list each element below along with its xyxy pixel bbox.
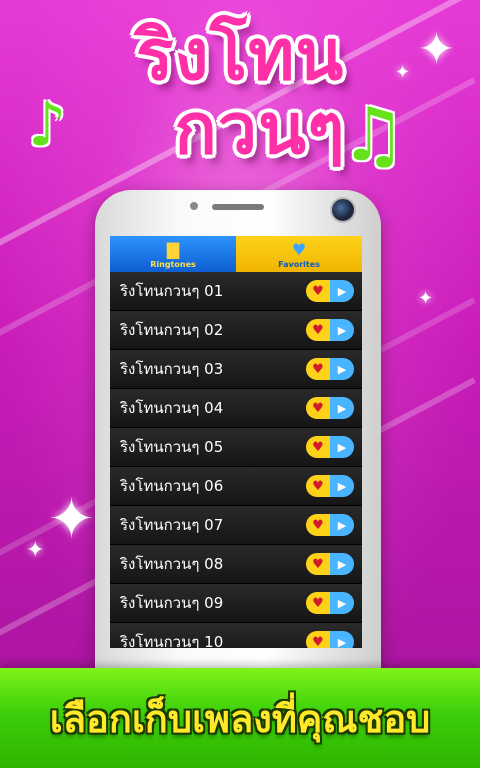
ringtone-title: ริงโทนกวนๆ 08 xyxy=(120,555,224,573)
app-title: ริงโทน กวนๆ xyxy=(0,18,480,166)
ringtone-title: ริงโทนกวนๆ 10 xyxy=(120,633,224,648)
row-actions: ♥ ▶ xyxy=(306,553,354,575)
list-item[interactable]: ริงโทนกวนๆ 05 ♥ ▶ xyxy=(110,428,362,467)
play-icon[interactable]: ▶ xyxy=(330,319,354,341)
tab-label: Ringtones xyxy=(150,260,196,269)
heart-icon: ♥ xyxy=(291,240,307,259)
list-item[interactable]: ริงโทนกวนๆ 07 ♥ ▶ xyxy=(110,506,362,545)
tab-bar: ▇ Ringtones ♥ Favorites xyxy=(110,236,362,272)
title-line-1: ริงโทน xyxy=(135,14,345,96)
favorite-heart-icon[interactable]: ♥ xyxy=(306,280,330,302)
favorite-heart-icon[interactable]: ♥ xyxy=(306,592,330,614)
favorite-heart-icon[interactable]: ♥ xyxy=(306,436,330,458)
phone-sensor xyxy=(190,202,198,210)
music-note-icon: ♪ xyxy=(28,90,67,160)
folder-music-icon: ▇ xyxy=(166,240,180,259)
favorite-heart-icon[interactable]: ♥ xyxy=(306,358,330,380)
tab-ringtones[interactable]: ▇ Ringtones xyxy=(110,236,236,272)
sparkle-icon: ✦ xyxy=(26,538,45,563)
play-icon[interactable]: ▶ xyxy=(330,553,354,575)
list-item[interactable]: ริงโทนกวนๆ 06 ♥ ▶ xyxy=(110,467,362,506)
favorite-heart-icon[interactable]: ♥ xyxy=(306,553,330,575)
play-icon[interactable]: ▶ xyxy=(330,280,354,302)
play-icon[interactable]: ▶ xyxy=(330,514,354,536)
ringtone-title: ริงโทนกวนๆ 09 xyxy=(120,594,224,612)
tab-favorites[interactable]: ♥ Favorites xyxy=(236,236,362,272)
play-icon[interactable]: ▶ xyxy=(330,475,354,497)
promo-banner: เลือกเก็บเพลงที่คุณชอบ xyxy=(0,668,480,768)
phone-speaker xyxy=(212,204,264,210)
favorite-heart-icon[interactable]: ♥ xyxy=(306,475,330,497)
ringtone-title: ริงโทนกวนๆ 07 xyxy=(120,516,224,534)
row-actions: ♥ ▶ xyxy=(306,514,354,536)
favorite-heart-icon[interactable]: ♥ xyxy=(306,319,330,341)
row-actions: ♥ ▶ xyxy=(306,280,354,302)
play-icon[interactable]: ▶ xyxy=(330,397,354,419)
play-icon[interactable]: ▶ xyxy=(330,436,354,458)
double-music-note-icon: ♫ xyxy=(340,92,407,178)
ringtone-list: ริงโทนกวนๆ 01 ♥ ▶ ริงโทนกวนๆ 02 ♥ ▶ ริงโ… xyxy=(110,272,362,648)
row-actions: ♥ ▶ xyxy=(306,358,354,380)
ringtone-title: ริงโทนกวนๆ 03 xyxy=(120,360,224,378)
row-actions: ♥ ▶ xyxy=(306,319,354,341)
play-icon[interactable]: ▶ xyxy=(330,358,354,380)
ringtone-title: ริงโทนกวนๆ 04 xyxy=(120,399,224,417)
list-item[interactable]: ริงโทนกวนๆ 04 ♥ ▶ xyxy=(110,389,362,428)
list-item[interactable]: ริงโทนกวนๆ 01 ♥ ▶ xyxy=(110,272,362,311)
row-actions: ♥ ▶ xyxy=(306,397,354,419)
ringtone-title: ริงโทนกวนๆ 02 xyxy=(120,321,224,339)
favorite-heart-icon[interactable]: ♥ xyxy=(306,514,330,536)
row-actions: ♥ ▶ xyxy=(306,631,354,648)
banner-text: เลือกเก็บเพลงที่คุณชอบ xyxy=(49,696,431,741)
sparkle-icon: ✦ xyxy=(418,288,434,309)
row-actions: ♥ ▶ xyxy=(306,436,354,458)
list-item[interactable]: ริงโทนกวนๆ 09 ♥ ▶ xyxy=(110,584,362,623)
sparkle-icon: ✦ xyxy=(48,487,95,552)
favorite-heart-icon[interactable]: ♥ xyxy=(306,397,330,419)
list-item[interactable]: ริงโทนกวนๆ 03 ♥ ▶ xyxy=(110,350,362,389)
list-item[interactable]: ริงโทนกวนๆ 08 ♥ ▶ xyxy=(110,545,362,584)
tab-label: Favorites xyxy=(278,260,320,269)
ringtone-title: ริงโทนกวนๆ 06 xyxy=(120,477,224,495)
play-icon[interactable]: ▶ xyxy=(330,631,354,648)
row-actions: ♥ ▶ xyxy=(306,592,354,614)
phone-screen: ▇ Ringtones ♥ Favorites ริงโทนกวนๆ 01 ♥ … xyxy=(110,236,362,648)
play-icon[interactable]: ▶ xyxy=(330,592,354,614)
row-actions: ♥ ▶ xyxy=(306,475,354,497)
list-item[interactable]: ริงโทนกวนๆ 02 ♥ ▶ xyxy=(110,311,362,350)
title-line-2: กวนๆ xyxy=(174,88,346,170)
favorite-heart-icon[interactable]: ♥ xyxy=(306,631,330,648)
ringtone-title: ริงโทนกวนๆ 01 xyxy=(120,282,224,300)
list-item[interactable]: ริงโทนกวนๆ 10 ♥ ▶ xyxy=(110,623,362,648)
phone-camera xyxy=(330,197,356,223)
ringtone-title: ริงโทนกวนๆ 05 xyxy=(120,438,224,456)
